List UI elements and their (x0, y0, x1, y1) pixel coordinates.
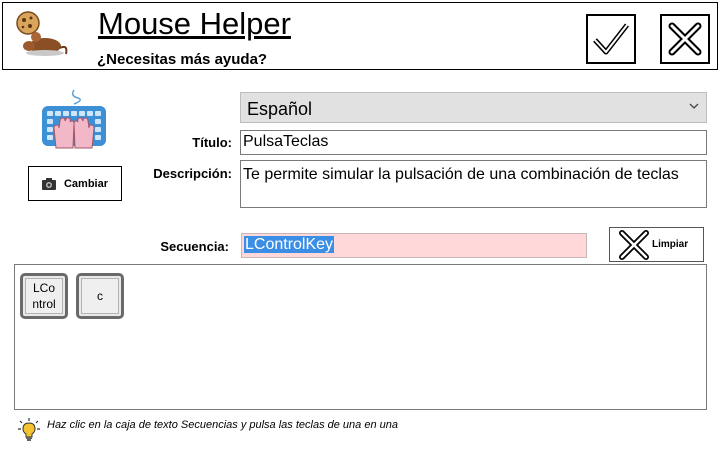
close-button[interactable] (660, 14, 710, 64)
camera-icon (41, 177, 56, 190)
hint-text: Haz clic en la caja de texto Secuencias … (47, 419, 398, 431)
help-link[interactable]: ¿Necesitas más ayuda? (97, 51, 267, 68)
key-label-line2: ntrol (32, 297, 56, 311)
sequence-label: Secuencia: (160, 239, 229, 254)
key-label-line1: LCo (32, 281, 55, 295)
key-button[interactable]: c (76, 273, 124, 319)
key-label: LCo ntrol (32, 280, 55, 312)
change-button-label: Cambiar (63, 177, 109, 190)
title-input[interactable]: PulsaTeclas (240, 130, 707, 155)
sequence-keys-panel: LCo ntrol c (14, 264, 707, 410)
language-select[interactable]: Español (240, 92, 707, 123)
key-face: c (81, 278, 119, 314)
key-label: c (97, 289, 103, 303)
lightbulb-icon (18, 418, 40, 441)
keyboard-icon (42, 89, 106, 149)
sequence-input[interactable]: LControlKey (241, 233, 587, 258)
title-label: Título: (192, 135, 232, 150)
sequence-selected-text: LControlKey (244, 236, 335, 253)
clear-button[interactable]: Limpiar (609, 227, 704, 262)
app-title: Mouse Helper (98, 6, 291, 41)
mouse-icon (16, 11, 68, 56)
clear-button-label: Limpiar (652, 239, 689, 250)
close-icon (668, 22, 702, 56)
description-label: Descripción: (153, 166, 232, 181)
chevron-down-icon (689, 103, 699, 109)
clear-icon (619, 229, 649, 260)
checkmark-icon (593, 23, 629, 55)
change-image-button[interactable]: Cambiar (28, 166, 122, 201)
confirm-button[interactable] (586, 14, 636, 64)
description-text: Te permite simular la pulsación de una c… (243, 166, 679, 183)
description-input[interactable]: Te permite simular la pulsación de una c… (240, 160, 707, 208)
key-button[interactable]: LCo ntrol (20, 273, 68, 319)
key-face: LCo ntrol (25, 278, 63, 314)
language-selected: Español (247, 99, 313, 119)
